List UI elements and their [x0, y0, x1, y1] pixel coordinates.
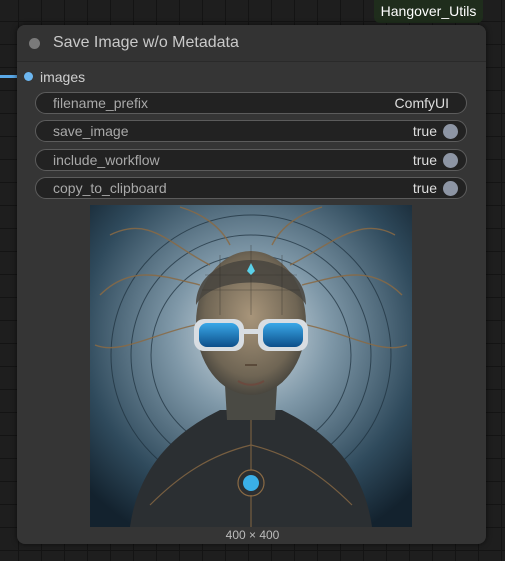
widget-label: save_image [53, 123, 129, 139]
toggle-knob-icon[interactable] [443, 124, 458, 139]
toggle-knob-icon[interactable] [443, 181, 458, 196]
toggle-knob-icon[interactable] [443, 153, 458, 168]
widget-label: copy_to_clipboard [53, 180, 167, 196]
widget-label: filename_prefix [53, 95, 148, 111]
widget-label: include_workflow [53, 152, 160, 168]
widget-include-workflow[interactable]: include_workflow true [35, 149, 467, 171]
input-link-wire[interactable] [0, 75, 17, 78]
node-title-bar[interactable]: Save Image w/o Metadata [17, 25, 486, 62]
collapse-dot-icon[interactable] [29, 38, 40, 49]
widget-copy-to-clipboard[interactable]: copy_to_clipboard true [35, 177, 467, 199]
widget-value[interactable]: ComfyUI [395, 95, 449, 111]
widget-save-image[interactable]: save_image true [35, 120, 467, 142]
group-badge: Hangover_Utils [374, 0, 483, 23]
image-preview[interactable] [90, 205, 412, 527]
preview-size-label: 400 × 400 [225, 528, 280, 542]
widget-value: true [412, 180, 437, 196]
images-input-label: images [40, 69, 86, 85]
widget-value: true [412, 123, 437, 139]
widget-filename-prefix[interactable]: filename_prefix ComfyUI [35, 92, 467, 114]
widget-value: true [412, 152, 437, 168]
node-title: Save Image w/o Metadata [53, 34, 239, 51]
portrait-image-icon [90, 205, 412, 527]
images-input-slot[interactable] [24, 72, 33, 81]
